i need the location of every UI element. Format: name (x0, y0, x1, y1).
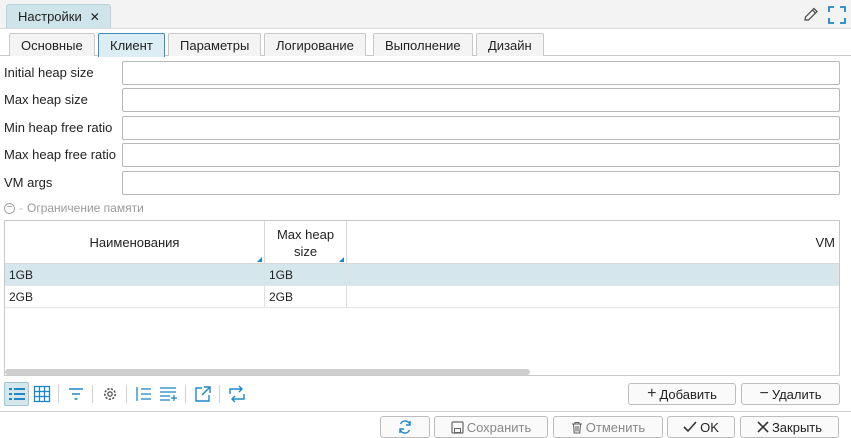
vm-args-label: VM args (4, 175, 53, 190)
max-heap-free-ratio-label: Max heap free ratio (4, 147, 117, 162)
column-header-max-heap[interactable]: Max heap size (265, 221, 347, 264)
sort-indicator-icon (339, 257, 344, 262)
tab-parametry[interactable]: Параметры (168, 33, 262, 56)
max-heap-free-ratio-input[interactable] (122, 143, 840, 167)
field-row-max-heap: Max heap size (0, 88, 851, 112)
max-heap-label: Max heap size (4, 92, 88, 107)
save-icon (451, 420, 464, 434)
tab-klient[interactable]: Клиент (98, 33, 165, 57)
delete-button[interactable]: − Удалить (741, 383, 840, 405)
numbered-list-icon[interactable] (131, 382, 156, 406)
memory-limit-group-title: Ограничение памяти (27, 201, 144, 215)
settings-tabs: Основные Клиент Параметры Логирование Вы… (0, 29, 851, 57)
initial-heap-input[interactable] (122, 61, 840, 85)
vm-args-input[interactable] (122, 171, 840, 195)
document-tab-title: Настройки (18, 9, 82, 24)
footer-separator (0, 411, 851, 412)
min-heap-free-ratio-input[interactable] (122, 116, 840, 140)
text-wrap-add-icon[interactable] (156, 382, 181, 406)
add-button[interactable]: + Добавить (628, 383, 736, 405)
grid-view-icon[interactable] (29, 382, 54, 406)
table-toolbar (4, 381, 249, 407)
column-header-vm[interactable]: VM (347, 221, 839, 264)
collapse-icon[interactable]: − (4, 202, 15, 214)
field-row-max-heap-free: Max heap free ratio (0, 143, 851, 167)
open-external-icon[interactable] (190, 382, 215, 406)
field-row-vm-args: VM args (0, 171, 851, 195)
min-heap-free-ratio-label: Min heap free ratio (4, 120, 113, 135)
cell-max-heap[interactable]: 2GB (265, 286, 347, 308)
tab-logirovanie[interactable]: Логирование (264, 33, 366, 56)
horizontal-scrollbar[interactable] (5, 369, 530, 375)
refresh-icon (399, 420, 411, 434)
settings-gear-icon[interactable] (97, 382, 122, 406)
max-heap-input[interactable] (122, 88, 840, 112)
table-header: Наименования Max heap size VM (5, 221, 839, 264)
sort-indicator-icon (257, 257, 262, 262)
tab-vypolnenie[interactable]: Выполнение (373, 33, 473, 56)
edit-pencil-icon[interactable] (801, 5, 821, 25)
trash-icon (571, 421, 582, 434)
document-tab-settings[interactable]: Настройки ✕ (6, 4, 111, 28)
minus-icon: − (759, 385, 769, 402)
cell-max-heap[interactable]: 1GB (265, 264, 347, 286)
maximize-icon[interactable] (827, 5, 847, 25)
tab-osnovnye[interactable]: Основные (9, 33, 95, 56)
table-row[interactable]: 1GB 1GB (5, 264, 839, 286)
cell-name[interactable]: 2GB (5, 286, 265, 308)
transfer-icon[interactable] (224, 382, 249, 406)
cell-name[interactable]: 1GB (5, 264, 265, 286)
close-tab-icon[interactable]: ✕ (90, 10, 100, 24)
memory-limit-group-header[interactable]: − - Ограничение памяти (4, 201, 144, 215)
table-row[interactable]: 2GB 2GB (5, 286, 839, 308)
memory-limit-table: Наименования Max heap size VM 1GB 1GB 2G… (4, 220, 840, 376)
filter-icon[interactable] (63, 382, 88, 406)
column-header-name[interactable]: Наименования (5, 221, 265, 264)
field-row-min-heap-free: Min heap free ratio (0, 116, 851, 140)
check-icon (683, 421, 697, 433)
plus-icon: + (647, 385, 657, 402)
tab-dizain[interactable]: Дизайн (476, 33, 544, 56)
list-view-icon[interactable] (4, 382, 29, 406)
close-icon (757, 421, 769, 433)
field-row-initial-heap: Initial heap size (0, 61, 851, 85)
document-tab-strip: Настройки ✕ (0, 0, 851, 29)
initial-heap-label: Initial heap size (4, 65, 94, 80)
